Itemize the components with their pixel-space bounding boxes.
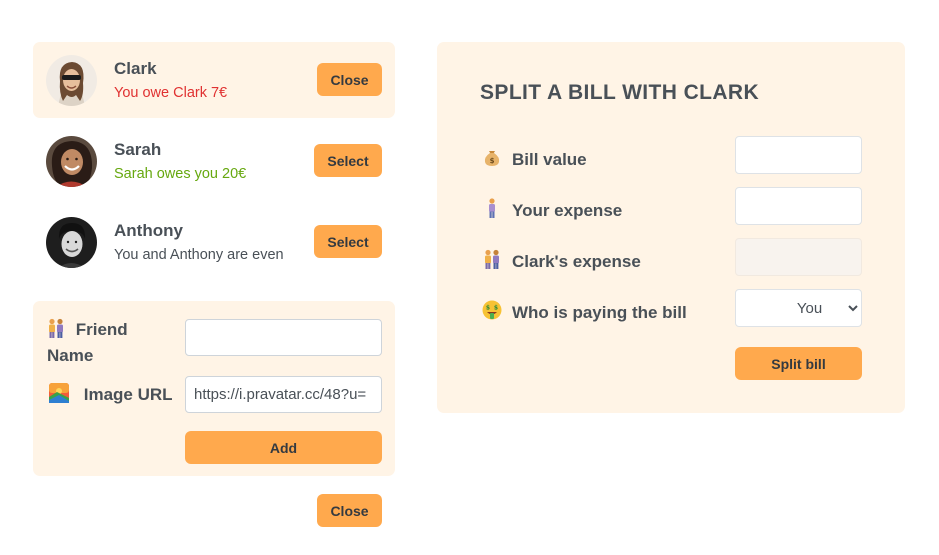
avatar [46,136,97,187]
close-friend-button[interactable]: Close [317,63,382,96]
payer-label: $ $ Who is paying the bill [482,300,687,325]
people-icon [47,318,65,344]
select-friend-button[interactable]: Select [314,144,382,177]
form-title: Split a bill with Clark [480,81,760,104]
add-friend-form: Friend Name Image URL Add [33,301,395,476]
friend-item-clark: Clark You owe Clark 7€ Close [33,42,395,118]
split-bill-form: Split a bill with Clark $ Bill value You… [437,42,905,413]
friend-expense-input [735,238,862,276]
avatar [46,217,97,268]
close-form-button[interactable]: Close [317,494,382,527]
people-icon [482,249,502,274]
friend-balance: Sarah owes you 20€ [114,166,247,182]
friend-item-sarah: Sarah Sarah owes you 20€ Select [33,123,395,199]
image-url-label: Image URL [49,383,173,409]
person-icon [482,198,502,223]
friend-balance: You and Anthony are even [114,247,284,263]
bill-value-label: $ Bill value [482,147,587,172]
svg-text:$: $ [486,305,490,312]
image-icon [49,383,69,409]
payer-select[interactable]: You [735,289,862,327]
your-expense-label: Your expense [482,198,622,223]
friends-sidebar: Clark You owe Clark 7€ Close Sarah Sarah… [33,42,395,285]
friend-name-input[interactable] [185,319,382,356]
split-bill-button[interactable]: Split bill [735,347,862,380]
add-friend-button[interactable]: Add [185,431,382,464]
friend-name: Anthony [114,221,183,240]
image-url-input[interactable] [185,376,382,413]
your-expense-input[interactable] [735,187,862,225]
svg-text:$: $ [494,305,498,312]
avatar [46,55,97,106]
select-friend-button[interactable]: Select [314,225,382,258]
friend-name: Sarah [114,140,162,159]
svg-text:$: $ [490,157,495,165]
friend-name-label: Friend Name [47,318,157,367]
friend-balance: You owe Clark 7€ [114,85,228,101]
friend-item-anthony: Anthony You and Anthony are even Select [33,204,395,280]
bill-value-input[interactable] [735,136,862,174]
money-face-icon: $ $ [482,300,502,325]
friend-expense-label: Clark's expense [482,249,641,274]
money-bag-icon: $ [482,147,502,172]
friend-name: Clark [114,59,157,78]
